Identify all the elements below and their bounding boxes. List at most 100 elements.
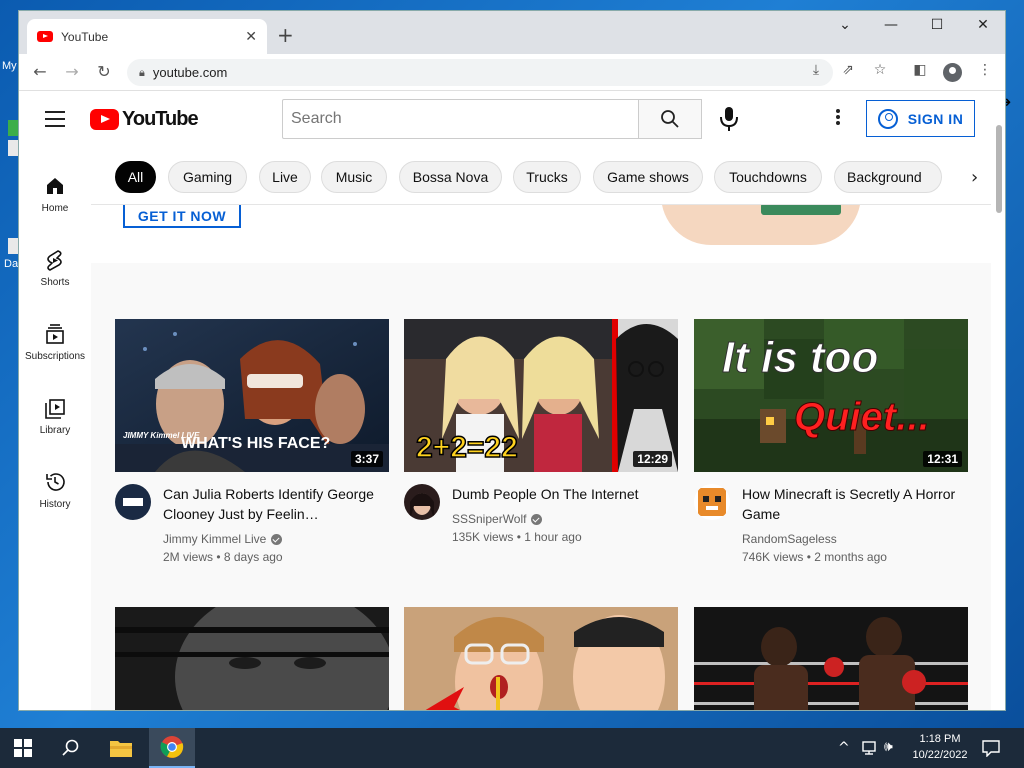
chip-music[interactable]: Music [321,161,387,193]
chip-live[interactable]: Live [259,161,311,193]
forward-arrow-icon[interactable]: → [61,62,83,81]
history-icon [46,473,65,491]
desktop-icon[interactable] [8,140,18,156]
video-thumbnail[interactable]: It is too Quiet... 12:31 [694,319,968,472]
chip-game-shows[interactable]: Game shows [593,161,703,193]
chrome-taskbar-button[interactable] [149,728,195,768]
thumbnail-caption: 2+2=22 [415,430,518,465]
side-panel-icon[interactable]: ◧ [910,62,930,78]
channel-avatar[interactable] [404,484,440,520]
youtube-favicon-icon [37,31,53,42]
taskbar-search-button[interactable] [48,728,94,768]
windows-taskbar: ^ 🕪︎ 1:18 PM 10/22/2022 [0,728,1024,768]
new-tab-button[interactable]: + [277,23,294,47]
video-title[interactable]: How Minecraft is Secretly A Horror Game [742,484,964,524]
title-bar: YouTube ✕ + ⌄ — ☐ ✕ [19,11,1005,54]
show-hidden-icons-icon[interactable]: ^ [838,740,850,756]
video-thumbnail[interactable] [115,607,389,710]
sidebar-label: Library [39,425,71,436]
chip-trucks[interactable]: Trucks [513,161,581,193]
video-card[interactable]: It is too Quiet... 12:31 How Minecraft i… [694,319,968,572]
youtube-logo[interactable]: YouTube [90,108,199,131]
chip-bossa-nova[interactable]: Bossa Nova [399,161,502,193]
sidebar-item-history[interactable]: History [19,471,91,510]
address-bar[interactable]: 🔒︎ youtube.com [127,59,833,86]
library-icon [45,399,65,419]
sidebar-item-subscriptions[interactable]: Subscriptions [19,323,91,362]
settings-menu-icon[interactable] [831,109,845,127]
channel-name[interactable]: SSSniperWolf [452,512,543,526]
desktop-icon[interactable] [8,120,18,136]
video-duration: 3:37 [350,451,383,467]
hamburger-menu-icon[interactable] [45,111,65,132]
tab-youtube[interactable]: YouTube ✕ [27,19,267,54]
profile-avatar-icon[interactable] [943,63,962,82]
sidebar-item-home[interactable]: Home [19,175,91,214]
bookmark-star-icon[interactable]: ☆ [870,62,890,78]
start-button[interactable] [0,728,46,768]
network-icon[interactable] [862,740,880,756]
chip-touchdowns[interactable]: Touchdowns [714,161,822,193]
minimize-button[interactable]: — [876,17,906,33]
volume-icon[interactable]: 🕪︎ [884,739,893,755]
tab-close-icon[interactable]: ✕ [245,29,257,45]
video-thumbnail[interactable]: JIMMY Kimmel LIVE WHAT'S HIS FACE? 3:37 [115,319,389,472]
chrome-icon [160,736,184,758]
back-arrow-icon[interactable]: ← [29,62,51,81]
video-thumbnail[interactable] [694,607,968,710]
lock-icon[interactable]: 🔒︎ [139,66,145,80]
scrollbar-thumb[interactable] [996,125,1002,213]
reload-icon[interactable]: ↻ [93,62,115,81]
browser-window: YouTube ✕ + ⌄ — ☐ ✕ ← → ↻ 🔒︎ youtube.com… [18,10,1006,711]
youtube-header: YouTube SIGN IN [19,91,991,147]
video-thumbnail[interactable]: 2+2=22 12:29 [404,319,678,472]
sidebar-item-shorts[interactable]: Shorts [19,249,91,288]
video-title[interactable]: Dumb People On The Internet [452,484,674,504]
video-card[interactable] [694,607,968,710]
video-card[interactable] [115,607,389,710]
channel-name-text[interactable]: Jimmy Kimmel Live [163,532,266,546]
video-thumbnail[interactable] [404,607,678,710]
search-input[interactable] [282,99,639,139]
youtube-page: GET IT NOW JIMMY Kimmel LIVE WHAT'S HIS … [19,91,991,710]
channel-name[interactable]: RandomSageless [742,532,837,546]
chip-gaming[interactable]: Gaming [168,161,247,193]
chevron-right-icon[interactable]: › [971,167,978,188]
install-app-icon[interactable]: ⤓ [806,62,826,78]
clock-time[interactable]: 1:18 PM [908,733,972,745]
sign-in-button[interactable]: SIGN IN [866,100,975,137]
clock-date[interactable]: 10/22/2022 [908,749,972,761]
chip-all[interactable]: All [115,161,156,193]
share-icon[interactable]: ⇗ [838,62,858,78]
channel-name[interactable]: Jimmy Kimmel Live [163,532,283,546]
tab-search-icon[interactable]: ⌄ [830,17,860,33]
video-meta: Can Julia Roberts Identify George Cloone… [115,472,389,572]
video-stats: 746K views • 2 months ago [742,550,887,564]
channel-avatar[interactable] [115,484,151,520]
video-title[interactable]: Can Julia Roberts Identify George Cloone… [163,484,385,524]
subscriptions-icon [46,324,64,344]
video-card[interactable]: 2+2=22 12:29 Dumb People On The Internet… [404,319,678,572]
video-card[interactable] [404,607,678,710]
jimmy-kimmel-logo-icon [115,484,151,520]
video-duration: 12:29 [633,451,672,467]
sidebar-item-library[interactable]: Library [19,397,91,436]
page-scrollbar[interactable] [991,91,1005,710]
chip-background[interactable]: Background [834,161,942,193]
chrome-menu-icon[interactable]: ⋮ [975,62,995,78]
get-it-now-button[interactable]: GET IT NOW [123,205,241,228]
search-button[interactable] [638,99,702,139]
sidebar-label: Subscriptions [24,351,86,362]
sidebar-label: Shorts [40,277,70,288]
desktop-icon[interactable] [8,238,18,254]
channel-name-text[interactable]: SSSniperWolf [452,512,526,526]
file-explorer-button[interactable] [98,728,144,768]
notifications-icon[interactable] [982,739,1000,757]
channel-name-text[interactable]: RandomSageless [742,532,837,546]
video-card[interactable]: JIMMY Kimmel LIVE WHAT'S HIS FACE? 3:37 … [115,319,389,572]
microphone-icon[interactable] [717,103,741,135]
maximize-button[interactable]: ☐ [922,17,952,33]
channel-avatar[interactable] [694,484,730,520]
close-window-button[interactable]: ✕ [968,17,998,33]
url-text[interactable]: youtube.com [153,65,227,80]
